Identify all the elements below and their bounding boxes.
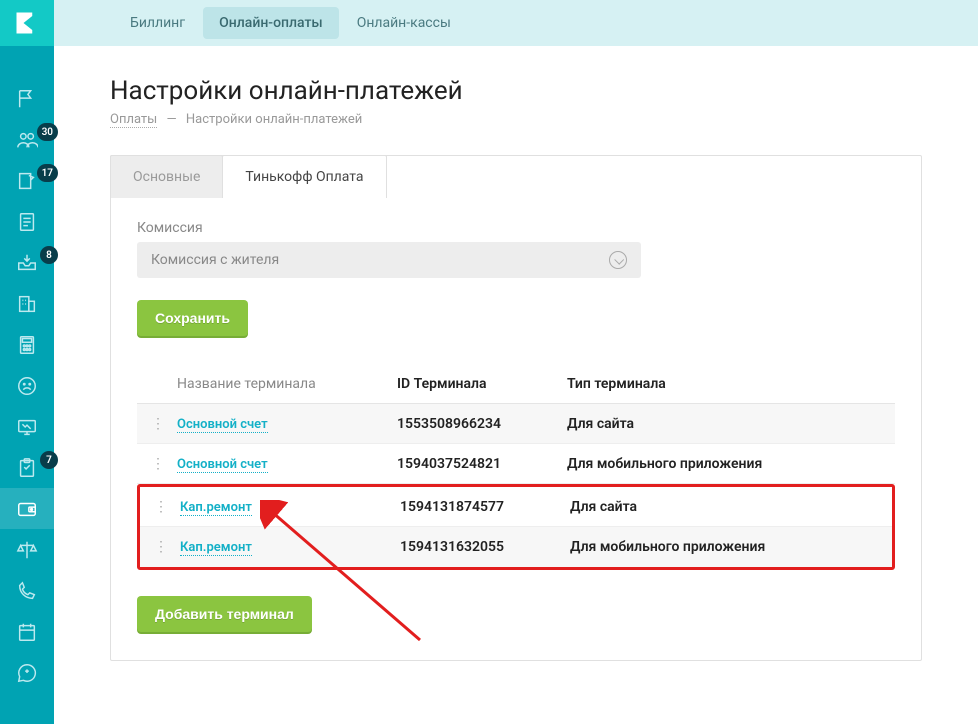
terminal-id: 1594037524821 (397, 456, 567, 472)
terminal-id: 1553508966234 (397, 416, 567, 432)
breadcrumb-current: Настройки онлайн-платежей (186, 112, 362, 127)
terminal-link[interactable]: Кап.ремонт (180, 500, 252, 516)
highlight-frame: ⋮ Кап.ремонт 1594131874577 Для сайта ⋮ К… (137, 484, 895, 570)
toptab-online-payments[interactable]: Онлайн-оплаты (203, 7, 339, 39)
topbar: Биллинг Онлайн-оплаты Онлайн-кассы (54, 0, 978, 46)
commission-select[interactable]: Комиссия с жителя (137, 242, 641, 278)
card-body: Комиссия Комиссия с жителя Сохранить Наз… (111, 200, 921, 660)
drag-handle-icon[interactable]: ⋮ (137, 456, 177, 472)
chevron-down-icon (609, 251, 627, 269)
terminal-link[interactable]: Кап.ремонт (180, 540, 252, 556)
terminal-link[interactable]: Основной счет (177, 457, 268, 473)
breadcrumb-root[interactable]: Оплаты (110, 112, 157, 128)
table-header: Название терминала ID Терминала Тип терм… (137, 364, 895, 404)
terminal-link[interactable]: Основной счет (177, 417, 268, 433)
drag-handle-icon[interactable]: ⋮ (140, 499, 180, 515)
table-row: ⋮ Кап.ремонт 1594131874577 Для сайта (140, 487, 892, 527)
nav-badge-inbox: 8 (40, 246, 58, 264)
breadcrumb-sep: — (167, 112, 177, 127)
terminal-type: Для сайта (567, 416, 895, 432)
nav-item-flag[interactable] (0, 78, 54, 119)
terminal-id: 1594131874577 (400, 499, 570, 515)
page-title: Настройки онлайн-платежей (110, 76, 922, 106)
drag-handle-icon[interactable]: ⋮ (137, 416, 177, 432)
nav-item-edit[interactable]: 17 (0, 160, 54, 201)
nav-item-building[interactable] (0, 283, 54, 324)
commission-value: Комиссия с жителя (151, 252, 279, 268)
logo[interactable] (0, 0, 54, 46)
terminal-id: 1594131632055 (400, 539, 570, 555)
sidebar-nav: 30 17 8 7 (0, 46, 54, 693)
terminal-type: Для мобильного приложения (570, 539, 892, 555)
nav-item-calculator[interactable] (0, 324, 54, 365)
subtab-main[interactable]: Основные (110, 155, 223, 198)
col-type: Тип терминала (567, 376, 895, 392)
nav-item-inbox[interactable]: 8 (0, 242, 54, 283)
nav-item-calendar[interactable] (0, 611, 54, 652)
nav-item-scales[interactable] (0, 529, 54, 570)
toptab-billing[interactable]: Биллинг (114, 7, 201, 39)
breadcrumb: Оплаты — Настройки онлайн-платежей (110, 112, 922, 127)
nav-badge-users: 30 (37, 123, 58, 141)
col-id: ID Терминала (397, 376, 567, 392)
nav-item-clipboard[interactable]: 7 (0, 447, 54, 488)
sidebar: 30 17 8 7 (0, 0, 54, 724)
nav-badge-edit: 17 (37, 164, 58, 182)
terminal-type: Для сайта (570, 499, 892, 515)
subtab-tinkoff[interactable]: Тинькофф Оплата (222, 155, 386, 198)
table-row: ⋮ Кап.ремонт 1594131632055 Для мобильног… (140, 527, 892, 567)
toptab-online-cashboxes[interactable]: Онлайн-кассы (341, 7, 467, 39)
col-name: Название терминала (177, 376, 397, 392)
nav-item-sad-face[interactable] (0, 365, 54, 406)
commission-label: Комиссия (137, 220, 895, 236)
nav-item-phone[interactable] (0, 570, 54, 611)
nav-item-chat[interactable] (0, 652, 54, 693)
drag-handle-icon[interactable]: ⋮ (140, 539, 180, 555)
table-row: ⋮ Основной счет 1594037524821 Для мобиль… (137, 444, 895, 484)
terminal-type: Для мобильного приложения (567, 456, 895, 472)
nav-badge-clipboard: 7 (40, 451, 58, 469)
nav-item-document[interactable] (0, 201, 54, 242)
terminals-table: Название терминала ID Терминала Тип терм… (137, 364, 895, 570)
main-content: Настройки онлайн-платежей Оплаты — Настр… (54, 46, 978, 724)
nav-item-monitor[interactable] (0, 406, 54, 447)
nav-item-users[interactable]: 30 (0, 119, 54, 160)
save-button[interactable]: Сохранить (137, 300, 248, 336)
subtabs: Основные Тинькофф Оплата (110, 155, 386, 198)
table-row: ⋮ Основной счет 1553508966234 Для сайта (137, 404, 895, 444)
settings-card: Основные Тинькофф Оплата Комиссия Комисс… (110, 155, 922, 661)
nav-item-wallet[interactable] (0, 488, 54, 529)
add-terminal-button[interactable]: Добавить терминал (137, 596, 312, 632)
